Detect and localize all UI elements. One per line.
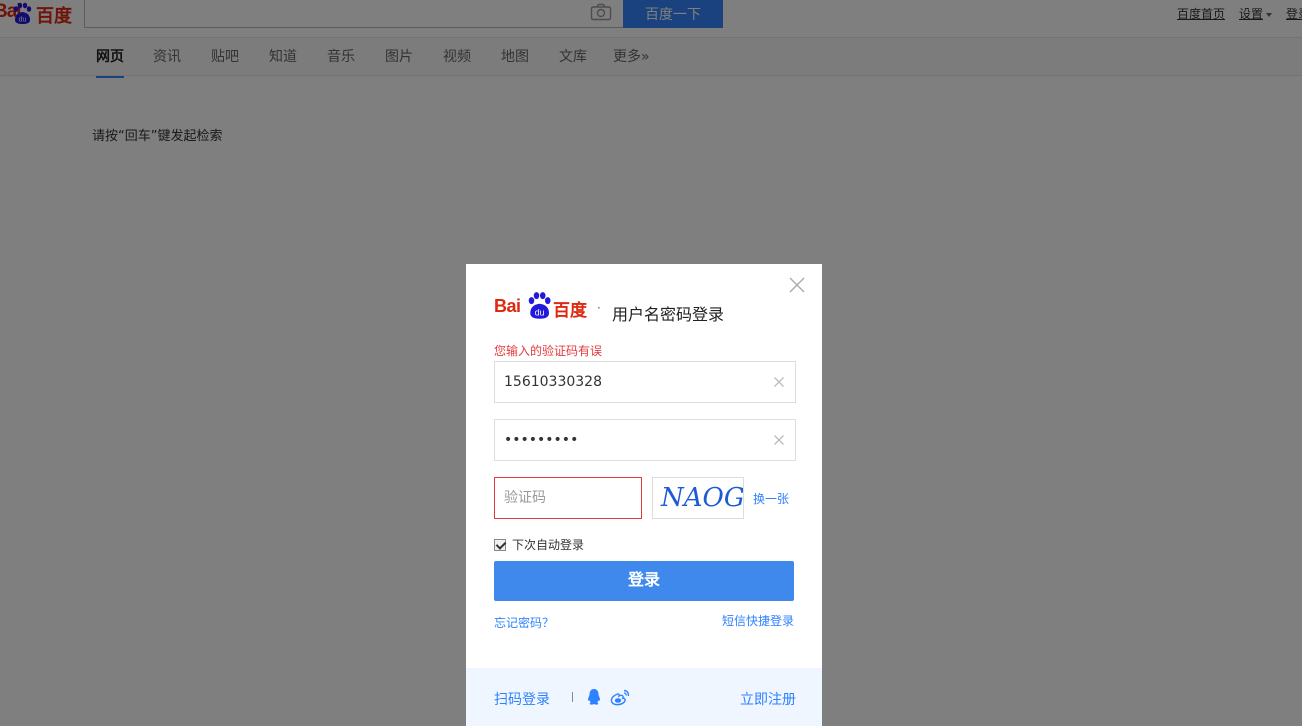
captcha-field[interactable]	[494, 477, 642, 519]
checkbox-icon[interactable]	[494, 539, 506, 551]
username-input[interactable]	[495, 362, 765, 402]
remember-label: 下次自动登录	[512, 538, 585, 552]
password-input[interactable]	[495, 420, 765, 460]
weibo-icon[interactable]	[610, 689, 630, 706]
clear-icon[interactable]	[773, 376, 785, 388]
baidu-paw-icon: du	[528, 292, 551, 319]
error-message: 您输入的验证码有误	[494, 344, 603, 358]
register-link[interactable]: 立即注册	[740, 689, 796, 709]
captcha-image[interactable]: NAOG	[652, 477, 744, 519]
clear-icon[interactable]	[773, 434, 785, 446]
sms-login-link[interactable]: 短信快捷登录	[722, 612, 794, 629]
dialog-logo-latin: Bai	[494, 296, 521, 316]
forgot-password-link[interactable]: 忘记密码？	[494, 614, 554, 631]
username-field[interactable]	[494, 361, 796, 403]
divider	[572, 692, 573, 702]
password-field[interactable]	[494, 419, 796, 461]
dialog-footer: 扫码登录 立即注册	[466, 668, 822, 726]
captcha-input[interactable]	[495, 478, 641, 518]
dialog-logo: Bai du 百度	[494, 290, 590, 322]
refresh-captcha-link[interactable]: 换一张	[753, 490, 789, 507]
title-separator: ·	[597, 301, 601, 315]
remember-login[interactable]: 下次自动登录	[494, 536, 584, 553]
login-button[interactable]: 登录	[494, 561, 794, 601]
close-icon[interactable]	[788, 276, 806, 294]
dialog-logo-cn: 百度	[553, 301, 587, 321]
dialog-title: 用户名密码登录	[612, 305, 725, 324]
qq-icon[interactable]	[586, 688, 602, 706]
qr-login-link[interactable]: 扫码登录	[494, 689, 550, 709]
captcha-text: NAOG	[661, 483, 744, 513]
login-dialog: Bai du 百度 · 用户名密码登录 您输入的验证码有误 NAOG 换一张 下…	[466, 264, 822, 726]
dialog-logo-du-text: du	[535, 308, 545, 318]
